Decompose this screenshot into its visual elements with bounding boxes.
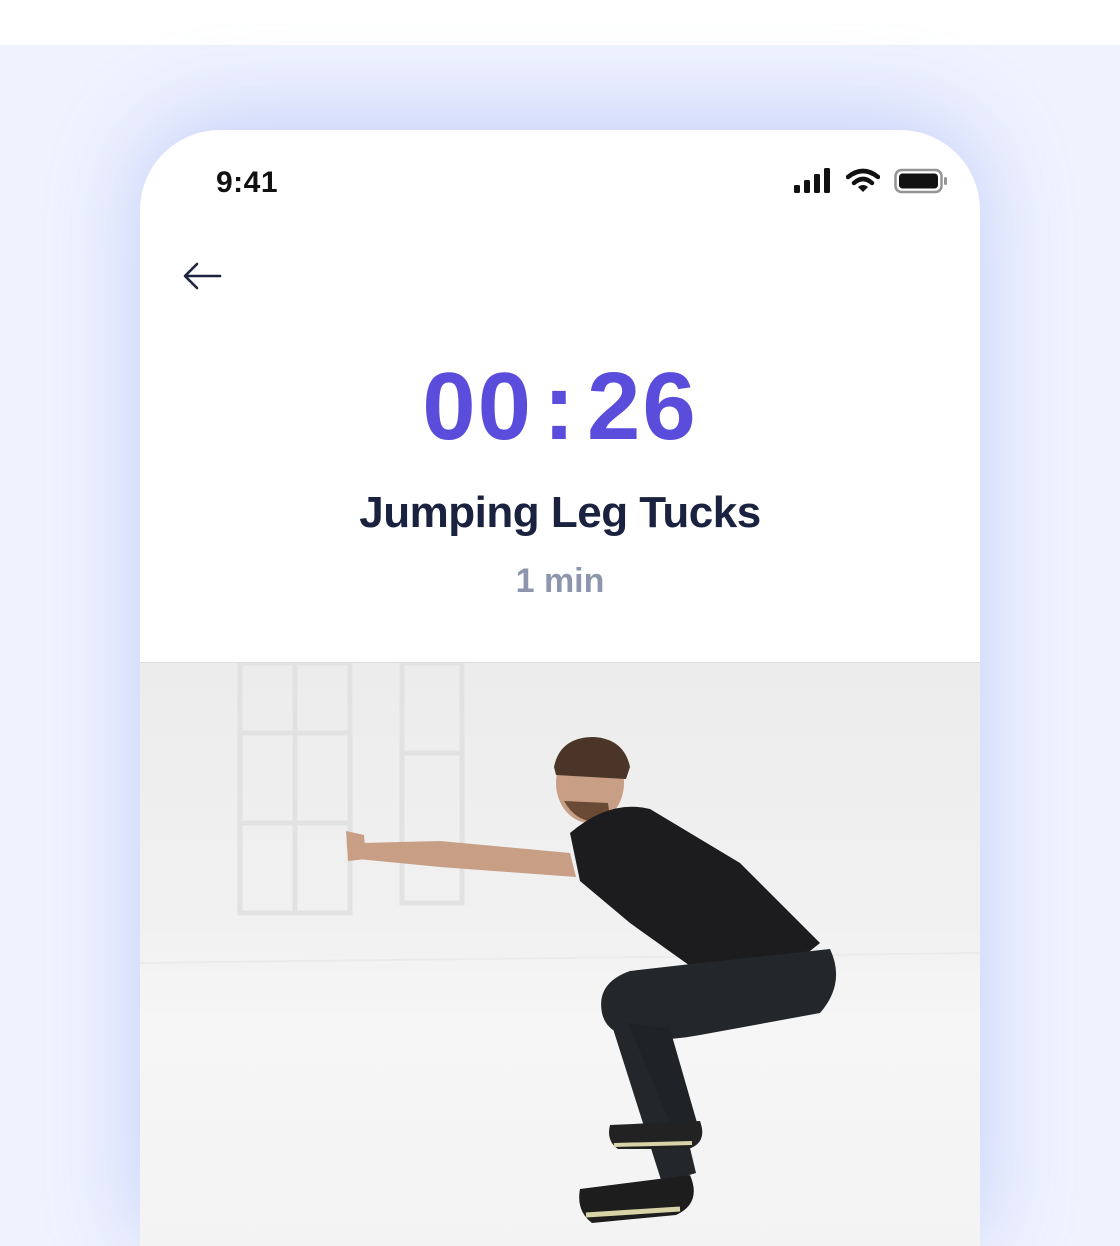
exercise-duration: 1 min xyxy=(515,562,605,600)
timer-minutes: 00 xyxy=(422,353,534,460)
timer-seconds: 26 xyxy=(586,353,698,460)
cellular-signal-icon xyxy=(794,168,832,199)
background-window xyxy=(237,663,465,916)
phone-screen: 9:41 00: 26 Jumping Leg Tucks 1 min xyxy=(140,130,980,1246)
status-time: 9:41 xyxy=(216,166,279,199)
countdown-timer: 00:26 xyxy=(140,352,980,462)
exercise-title: Jumping Leg Tucks xyxy=(359,488,761,537)
wifi-icon xyxy=(845,168,881,199)
exercise-photo xyxy=(140,662,980,1246)
battery-icon xyxy=(894,168,948,199)
timer-separator: : xyxy=(543,353,577,460)
arrow-left-icon xyxy=(182,261,222,296)
status-icons xyxy=(794,168,948,199)
back-button[interactable] xyxy=(180,258,224,298)
athlete-figure xyxy=(346,737,837,1223)
